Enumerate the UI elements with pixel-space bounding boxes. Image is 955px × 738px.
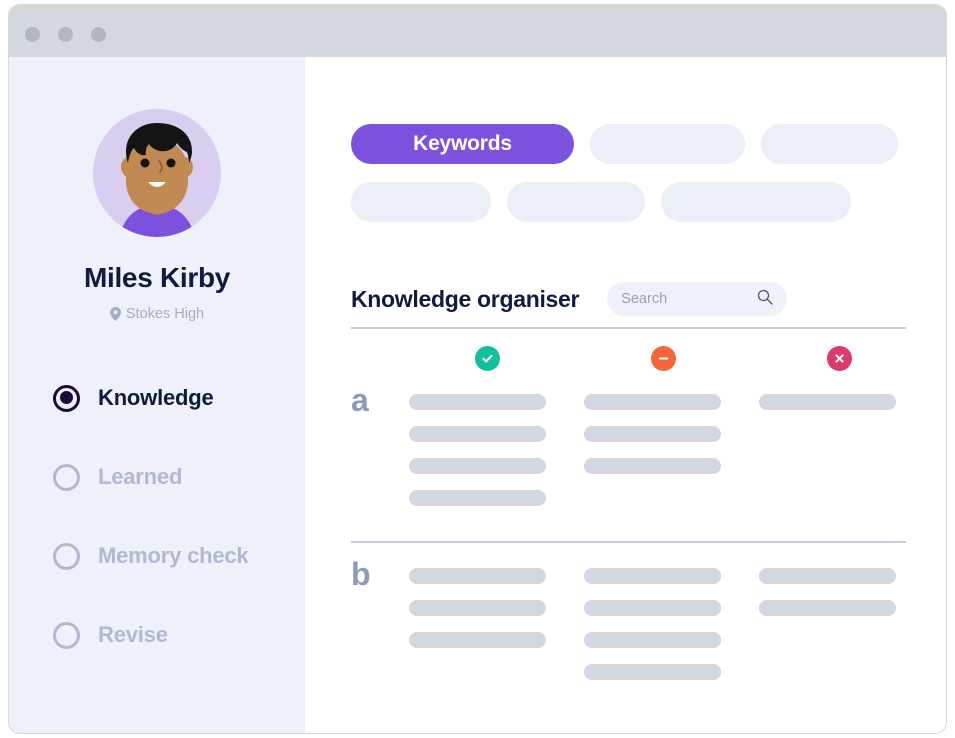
group-columns [409, 394, 906, 506]
user-school-label: Stokes High [125, 306, 205, 322]
radio-icon-memory-check [53, 542, 80, 570]
window-titlebar [9, 5, 946, 57]
radio-icon-revise [53, 621, 80, 649]
sidebar-item-label: Knowledge [98, 385, 214, 410]
minus-circle-icon[interactable] [651, 346, 676, 371]
group-column-known [409, 568, 546, 680]
section-title: Knowledge organiser [351, 285, 580, 312]
sidebar-nav: Knowledge Learned Memory check Revise [53, 379, 303, 695]
close-button[interactable] [25, 27, 40, 42]
search-input[interactable]: Search [607, 282, 788, 316]
page-title: Miles Kirby [83, 262, 231, 293]
chip-placeholder[interactable] [761, 124, 898, 164]
traffic-light-buttons [25, 27, 106, 42]
group-column-partial [584, 568, 721, 680]
group-column-partial [584, 394, 721, 506]
group-column-unknown [759, 568, 896, 680]
group-column-known [409, 394, 546, 506]
radio-icon-knowledge [53, 384, 80, 412]
avatar [93, 109, 221, 237]
avatar-image [93, 109, 221, 237]
section-header: Knowledge organiser Search [351, 282, 788, 316]
list-item[interactable] [584, 394, 721, 410]
list-item[interactable] [759, 600, 896, 616]
sidebar-item-learned[interactable]: Learned [53, 458, 303, 496]
list-item[interactable] [409, 632, 546, 648]
divider-mid [351, 541, 906, 543]
divider-top [351, 327, 906, 329]
group-letter: a [351, 382, 369, 418]
app-window: Miles Kirby Stokes High Knowledge Learne… [8, 4, 947, 734]
list-item[interactable] [409, 490, 546, 506]
sidebar-item-revise[interactable]: Revise [53, 616, 303, 654]
chip-placeholder[interactable] [351, 182, 491, 222]
user-school: Stokes High [9, 306, 305, 322]
list-item[interactable] [584, 458, 721, 474]
sidebar-item-memory-check[interactable]: Memory check [53, 537, 303, 575]
maximize-button[interactable] [91, 27, 106, 42]
list-item[interactable] [409, 600, 546, 616]
location-pin-icon [109, 307, 121, 321]
list-item[interactable] [584, 664, 721, 680]
sidebar: Miles Kirby Stokes High Knowledge Learne… [9, 57, 305, 733]
search-icon [757, 289, 773, 310]
keyword-chip-row-2 [351, 182, 851, 222]
radio-icon-learned [53, 463, 80, 491]
status-icon-row [351, 346, 906, 374]
sidebar-item-label: Memory check [98, 543, 249, 568]
list-item[interactable] [759, 394, 896, 410]
list-item[interactable] [409, 458, 546, 474]
list-item[interactable] [584, 568, 721, 584]
close-circle-icon[interactable] [827, 346, 852, 371]
check-circle-icon[interactable] [475, 346, 500, 371]
sidebar-item-label: Learned [98, 464, 183, 489]
search-placeholder: Search [621, 291, 668, 307]
chip-keywords[interactable]: Keywords [351, 124, 574, 164]
group-columns [409, 568, 906, 680]
group-letter: b [351, 556, 371, 592]
list-item[interactable] [584, 600, 721, 616]
avatar-illustration [93, 109, 221, 237]
sidebar-item-label: Revise [98, 622, 168, 647]
list-item[interactable] [584, 632, 721, 648]
list-item[interactable] [409, 426, 546, 442]
keyword-chip-row-1: Keywords [351, 124, 898, 164]
main-content: Keywords Knowledge organiser Search a b [305, 57, 946, 733]
group-column-unknown [759, 394, 896, 506]
list-item[interactable] [584, 426, 721, 442]
list-item[interactable] [409, 394, 546, 410]
chip-placeholder[interactable] [507, 182, 645, 222]
minimize-button[interactable] [58, 27, 73, 42]
chip-placeholder[interactable] [590, 124, 745, 164]
sidebar-item-knowledge[interactable]: Knowledge [53, 379, 303, 417]
list-item[interactable] [409, 568, 546, 584]
list-item[interactable] [759, 568, 896, 584]
chip-placeholder[interactable] [661, 182, 851, 222]
